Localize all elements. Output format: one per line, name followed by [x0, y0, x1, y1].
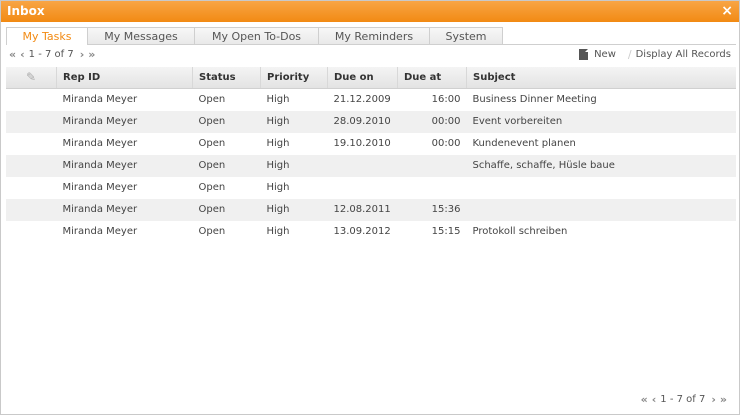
- subject-cell: Kundenevent planen: [472, 138, 576, 149]
- next-page-icon[interactable]: ›: [711, 393, 716, 406]
- table-row[interactable]: Miranda Meyer Open High 13.09.2012 15:15 Prot…: [6, 221, 736, 243]
- row-edit-cell[interactable]: [6, 88, 57, 111]
- due-on-cell: 28.09.2010: [333, 116, 391, 127]
- subject-cell: [467, 199, 737, 221]
- priority-cell: High: [266, 160, 290, 171]
- tab-my-reminders[interactable]: My Reminders: [318, 27, 430, 44]
- due-at-cell: [398, 155, 467, 177]
- subject-cell: Business Dinner Meeting: [472, 94, 597, 105]
- table-row[interactable]: Miranda Meyer Open High Schaffe, schaffe, H…: [6, 154, 736, 177]
- subject-cell: Schaffe, schaffe, Hüsle baue: [472, 160, 615, 171]
- due-at-cell: 15:36: [431, 204, 461, 215]
- due-at-cell: 15:15: [431, 226, 461, 237]
- row-edit-cell[interactable]: [6, 177, 57, 199]
- priority-cell: High: [266, 204, 290, 215]
- rep-id-cell: Miranda Meyer: [62, 138, 138, 149]
- row-edit-cell[interactable]: [6, 133, 57, 155]
- table-row[interactable]: Miranda Meyer Open High 28.09.2010 00:00 Even…: [6, 110, 736, 133]
- new-document-icon[interactable]: [579, 49, 589, 60]
- first-page-icon[interactable]: «: [9, 48, 16, 61]
- tab-my-open-todos[interactable]: My Open To-Dos: [194, 27, 319, 44]
- due-on-cell: [328, 177, 398, 199]
- row-edit-cell[interactable]: [6, 111, 57, 133]
- col-header-priority[interactable]: Priority: [260, 67, 328, 89]
- table-row[interactable]: Miranda Meyer Open High 12.08.2011 15:36: [6, 198, 737, 221]
- next-page-icon[interactable]: ›: [80, 48, 85, 61]
- subject-cell: [467, 177, 737, 199]
- row-edit-cell[interactable]: [6, 155, 57, 177]
- rep-id-cell: Miranda Meyer: [62, 116, 138, 127]
- rep-id-cell: Miranda Meyer: [62, 204, 138, 215]
- rep-id-cell: Miranda Meyer: [62, 94, 138, 105]
- window-titlebar: Inbox ×: [1, 1, 739, 22]
- due-at-cell: 00:00: [431, 138, 461, 149]
- due-on-cell: 12.08.2011: [333, 204, 391, 215]
- priority-cell: High: [266, 182, 290, 193]
- pencil-icon: ∕: [627, 48, 632, 61]
- due-on-cell: 21.12.2009: [333, 94, 391, 105]
- rep-id-cell: Miranda Meyer: [62, 226, 138, 237]
- status-cell: Open: [198, 94, 226, 105]
- display-all-records-button[interactable]: Display All Records: [636, 49, 731, 60]
- table-header-row: ✎ Rep ID Status Priority Due on Due at S…: [6, 67, 736, 89]
- status-cell: Open: [198, 182, 226, 193]
- due-at-cell: 00:00: [431, 116, 461, 127]
- tab-my-tasks[interactable]: My Tasks: [6, 27, 88, 45]
- status-cell: Open: [198, 116, 226, 127]
- rep-id-cell: Miranda Meyer: [62, 160, 138, 171]
- subject-cell: Event vorbereiten: [472, 116, 563, 127]
- col-header-due-at[interactable]: Due at: [397, 67, 467, 89]
- table-row[interactable]: Miranda Meyer Open High 21.12.2009 16:00 Busi…: [6, 88, 736, 111]
- first-page-icon[interactable]: «: [641, 393, 648, 406]
- prev-page-icon[interactable]: ‹: [20, 48, 25, 61]
- last-page-icon[interactable]: »: [720, 393, 727, 406]
- status-cell: Open: [198, 160, 226, 171]
- pager-range-text: 1 - 7 of 7: [660, 394, 706, 405]
- due-on-cell: [328, 155, 398, 177]
- col-header-status[interactable]: Status: [192, 67, 261, 89]
- rep-id-cell: Miranda Meyer: [62, 182, 138, 193]
- priority-cell: High: [266, 116, 290, 127]
- status-cell: Open: [198, 138, 226, 149]
- tab-my-messages[interactable]: My Messages: [87, 27, 195, 44]
- toolbar-actions: New ∕ Display All Records: [579, 48, 731, 61]
- row-edit-cell[interactable]: [6, 199, 57, 221]
- inbox-window: Inbox × My Tasks My Messages My Open To-…: [0, 0, 740, 415]
- priority-cell: High: [266, 138, 290, 149]
- tab-system[interactable]: System: [429, 27, 503, 44]
- col-header-subject[interactable]: Subject: [466, 67, 736, 89]
- table-row[interactable]: Miranda Meyer Open High 19.10.2010 00:00 Kund…: [6, 133, 736, 155]
- col-header-rep-id[interactable]: Rep ID: [56, 67, 193, 89]
- table-row[interactable]: Miranda Meyer Open High: [6, 177, 736, 199]
- window-title: Inbox: [7, 4, 45, 18]
- tasks-table: ✎ Rep ID Status Priority Due on Due at S…: [6, 67, 736, 243]
- pager-range-text: 1 - 7 of 7: [28, 48, 74, 60]
- due-at-cell: [398, 177, 467, 199]
- due-on-cell: 13.09.2012: [333, 226, 391, 237]
- due-on-cell: 19.10.2010: [333, 138, 391, 149]
- pencil-icon: ✎: [25, 70, 37, 85]
- last-page-icon[interactable]: »: [88, 48, 95, 61]
- priority-cell: High: [266, 94, 290, 105]
- status-cell: Open: [198, 226, 226, 237]
- tab-divider: [6, 44, 736, 45]
- new-button[interactable]: New: [594, 49, 616, 60]
- subject-cell: Protokoll schreiben: [472, 226, 568, 237]
- edit-column-header: ✎: [6, 67, 57, 89]
- prev-page-icon[interactable]: ‹: [652, 393, 657, 406]
- col-header-due-on[interactable]: Due on: [327, 67, 398, 89]
- status-cell: Open: [198, 204, 226, 215]
- priority-cell: High: [266, 226, 290, 237]
- close-icon[interactable]: ×: [721, 1, 733, 22]
- pager-top: « ‹ 1 - 7 of 7 › »: [9, 47, 99, 61]
- due-at-cell: 16:00: [431, 94, 461, 105]
- pager-bottom: « ‹ 1 - 7 of 7 › »: [641, 393, 731, 406]
- tab-bar: My Tasks My Messages My Open To-Dos My R…: [6, 27, 503, 45]
- row-edit-cell[interactable]: [6, 221, 57, 243]
